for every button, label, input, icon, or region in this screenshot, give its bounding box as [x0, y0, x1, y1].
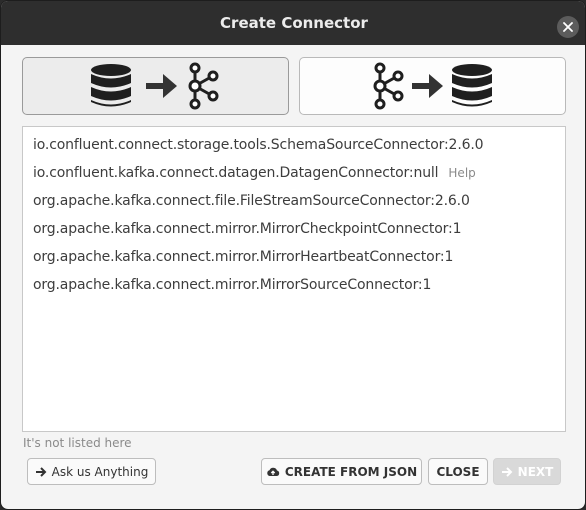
connector-name: org.apache.kafka.connect.file.FileStream… [33, 193, 470, 209]
close-icon [563, 22, 573, 32]
help-link[interactable]: Help [448, 166, 475, 180]
sink-connector-mode-button[interactable] [299, 57, 566, 115]
list-item[interactable]: io.confluent.kafka.connect.datagen.Datag… [33, 159, 476, 187]
cloud-upload-icon [267, 467, 280, 476]
connector-list: io.confluent.connect.storage.tools.Schem… [22, 126, 566, 432]
close-window-button[interactable] [557, 16, 579, 38]
ask-button-label: Ask us Anything [51, 464, 149, 479]
connector-name: org.apache.kafka.connect.mirror.MirrorCh… [33, 221, 462, 237]
create-connector-dialog: Create Connector io.confluent.connect.st… [0, 0, 586, 510]
list-item[interactable]: org.apache.kafka.connect.file.FileStream… [33, 187, 470, 215]
list-item[interactable]: io.confluent.connect.storage.tools.Schem… [33, 131, 484, 159]
close-button[interactable]: CLOSE [428, 458, 488, 485]
connector-name: io.confluent.kafka.connect.datagen.Datag… [33, 165, 439, 181]
next-button[interactable]: NEXT [493, 458, 561, 485]
arrow-right-icon [501, 466, 513, 477]
next-button-label: NEXT [517, 464, 554, 479]
source-connector-mode-button[interactable] [22, 57, 289, 115]
kafka-to-database-icon [373, 62, 492, 110]
create-json-label: CREATE FROM JSON [284, 464, 418, 479]
create-from-json-button[interactable]: CREATE FROM JSON [261, 458, 422, 485]
title-bar: Create Connector [1, 1, 585, 45]
not-listed-hint: It's not listed here [23, 436, 132, 450]
list-item[interactable]: org.apache.kafka.connect.mirror.MirrorCh… [33, 215, 461, 243]
connector-name: org.apache.kafka.connect.mirror.MirrorSo… [33, 277, 432, 293]
close-button-label: CLOSE [436, 464, 480, 479]
database-to-kafka-icon [90, 62, 218, 110]
arrow-right-icon [35, 466, 47, 477]
connector-name: org.apache.kafka.connect.mirror.MirrorHe… [33, 249, 454, 265]
connector-name: io.confluent.connect.storage.tools.Schem… [33, 137, 484, 153]
list-item[interactable]: org.apache.kafka.connect.mirror.MirrorSo… [33, 271, 431, 299]
list-item[interactable]: org.apache.kafka.connect.mirror.MirrorHe… [33, 243, 453, 271]
dialog-title: Create Connector [220, 14, 368, 32]
ask-us-anything-button[interactable]: Ask us Anything [27, 458, 156, 485]
